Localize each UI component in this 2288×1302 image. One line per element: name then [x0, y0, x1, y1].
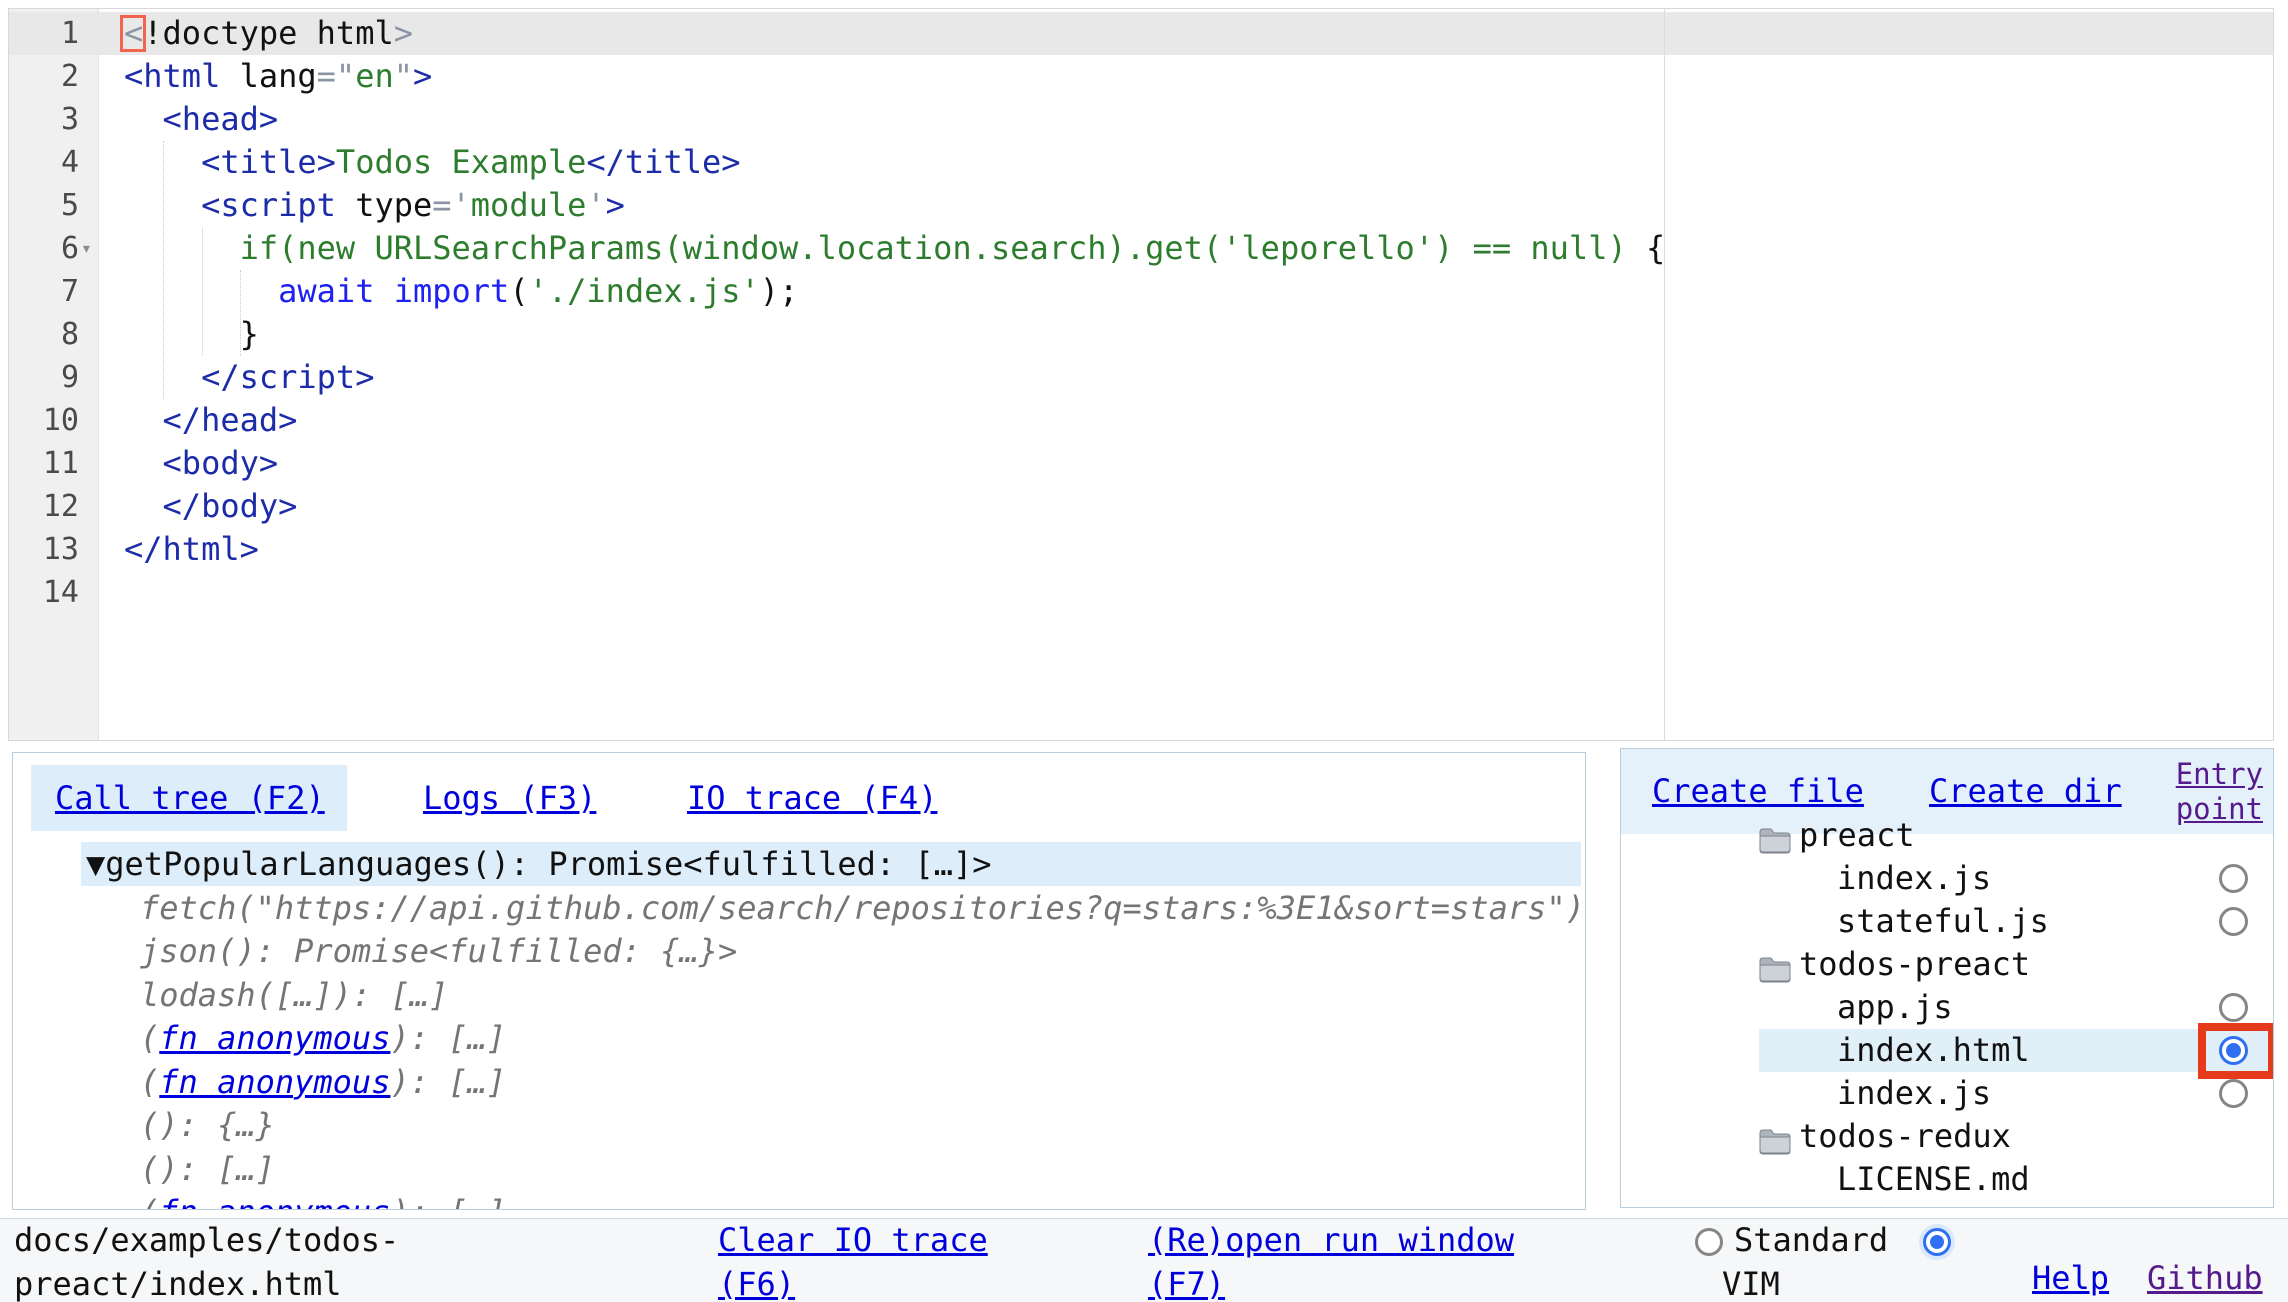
folder-icon [1758, 822, 1792, 850]
line-number: 6 [9, 227, 79, 270]
line-number: 4 [9, 141, 79, 184]
code-line[interactable]: </head> [124, 399, 2273, 442]
call-tree-panel: Call tree (F2) Logs (F3) IO trace (F4) ▼ge… [12, 752, 1586, 1210]
current-file-path: preact/index.html [14, 1263, 342, 1302]
line-number: 11 [9, 442, 79, 485]
call-tree-row[interactable]: (): […] [13, 1147, 1585, 1191]
leporello-ide: <!doctype html><html lang="en"> <head> <… [0, 0, 2288, 1302]
code-line[interactable]: </body> [124, 485, 2273, 528]
clear-io-trace-button[interactable]: Clear IO trace [718, 1219, 988, 1262]
tab-io-trace-f4-[interactable]: IO trace (F4) [687, 765, 937, 831]
file-name: stateful.js [1837, 900, 2049, 943]
line-number: 12 [9, 485, 79, 528]
code-line[interactable]: <head> [124, 98, 2273, 141]
call-tree-row[interactable]: fetch("https://api.github.com/search/rep… [13, 886, 1585, 930]
code-line[interactable]: <title>Todos Example</title> [124, 141, 2273, 184]
call-tree-row[interactable]: (fn anonymous): […] [13, 1060, 1585, 1104]
entry-point-radio-app.js[interactable] [2219, 993, 2248, 1022]
anonymous-fn-link[interactable]: fn anonymous [159, 1193, 390, 1210]
standard-keybindings-label: Standard [1734, 1219, 1888, 1262]
clear-io-trace-button[interactable]: (F6) [718, 1263, 795, 1302]
fold-arrow-icon[interactable]: ▾ [81, 227, 99, 270]
code-line[interactable]: await import('./index.js'); [124, 270, 2273, 313]
call-tree-row[interactable]: (fn anonymous): […] [13, 1016, 1585, 1060]
folder-row-todos-preact[interactable]: todos-preact [1621, 943, 2273, 986]
line-number: 13 [9, 528, 79, 571]
entry-point-radio-index.js[interactable] [2219, 1079, 2248, 1108]
reopen-run-window-button[interactable]: (Re)open run window [1148, 1219, 1514, 1262]
file-name: index.html [1837, 1029, 2030, 1072]
code-line[interactable]: if(new URLSearchParams(window.location.s… [124, 227, 2273, 270]
file-row-index.js[interactable]: index.js [1621, 857, 2273, 900]
code-line[interactable]: } [124, 313, 2273, 356]
file-browser-panel: Create file Create dir Entry point preac… [1620, 748, 2274, 1208]
line-number: 14 [9, 571, 79, 614]
line-number: 5 [9, 184, 79, 227]
file-name: todos-redux [1799, 1115, 2011, 1158]
folder-icon [1758, 1123, 1792, 1151]
tab-call-tree-f2-[interactable]: Call tree (F2) [55, 765, 325, 831]
file-name: index.js [1837, 1072, 1991, 1115]
folder-icon [1758, 951, 1792, 979]
file-row-LICENSE.md[interactable]: LICENSE.md [1621, 1158, 2273, 1201]
code-line[interactable] [124, 571, 2273, 614]
code-line[interactable]: </html> [124, 528, 2273, 571]
line-number: 7 [9, 270, 79, 313]
line-number: 1 [9, 12, 79, 55]
entry-point-radio-stateful.js[interactable] [2219, 907, 2248, 936]
github-link[interactable]: Github [2147, 1257, 2263, 1300]
line-number: 10 [9, 399, 79, 442]
code-line[interactable]: <html lang="en"> [124, 55, 2273, 98]
current-file-path: docs/examples/todos- [14, 1219, 399, 1262]
call-tree-row[interactable]: json(): Promise<fulfilled: {…}> [13, 929, 1585, 973]
cursor-highlight [120, 15, 146, 52]
file-row-index.html[interactable]: index.html [1621, 1029, 2273, 1072]
standard-keybindings-radio[interactable] [1695, 1228, 1723, 1256]
file-row-app.js[interactable]: app.js [1621, 986, 2273, 1029]
file-name: todos-preact [1799, 943, 2030, 986]
code-line[interactable]: <!doctype html> [124, 12, 2273, 55]
file-name: index.js [1837, 857, 1991, 900]
anonymous-fn-link[interactable]: fn anonymous [159, 1063, 390, 1101]
line-number: 2 [9, 55, 79, 98]
code-line[interactable]: </script> [124, 356, 2273, 399]
file-name: preact [1799, 814, 1915, 857]
line-number: 3 [9, 98, 79, 141]
status-bar: docs/examples/todos- preact/index.html C… [0, 1218, 2288, 1302]
code-line[interactable]: <body> [124, 442, 2273, 485]
entry-point-radio-index.html[interactable] [2219, 1036, 2248, 1065]
tab-logs-f3-[interactable]: Logs (F3) [423, 765, 596, 831]
call-tree-row[interactable]: (fn anonymous): […] [13, 1190, 1585, 1210]
folder-row-preact[interactable]: preact [1621, 814, 2273, 857]
folder-row-todos-redux[interactable]: todos-redux [1621, 1115, 2273, 1158]
file-name: app.js [1837, 986, 1953, 1029]
file-row-stateful.js[interactable]: stateful.js [1621, 900, 2273, 943]
call-tree-row-selected[interactable]: ▼getPopularLanguages(): Promise<fulfille… [13, 842, 1585, 886]
code-editor[interactable]: <!doctype html><html lang="en"> <head> <… [8, 8, 2274, 741]
entry-point-radio-index.js[interactable] [2219, 864, 2248, 893]
help-link[interactable]: Help [2032, 1257, 2109, 1300]
code-line[interactable]: <script type='module'> [124, 184, 2273, 227]
reopen-run-window-button[interactable]: (F7) [1148, 1263, 1225, 1302]
line-number: 9 [9, 356, 79, 399]
file-name: LICENSE.md [1837, 1158, 2030, 1201]
vim-keybindings-label: VIM [1722, 1263, 1780, 1302]
line-number: 8 [9, 313, 79, 356]
file-row-index.js[interactable]: index.js [1621, 1072, 2273, 1115]
call-tree-row[interactable]: (): {…} [13, 1103, 1585, 1147]
anonymous-fn-link[interactable]: fn anonymous [159, 1019, 390, 1057]
vim-keybindings-radio[interactable] [1923, 1228, 1951, 1256]
call-tree-row[interactable]: lodash([…]): […] [13, 973, 1585, 1017]
